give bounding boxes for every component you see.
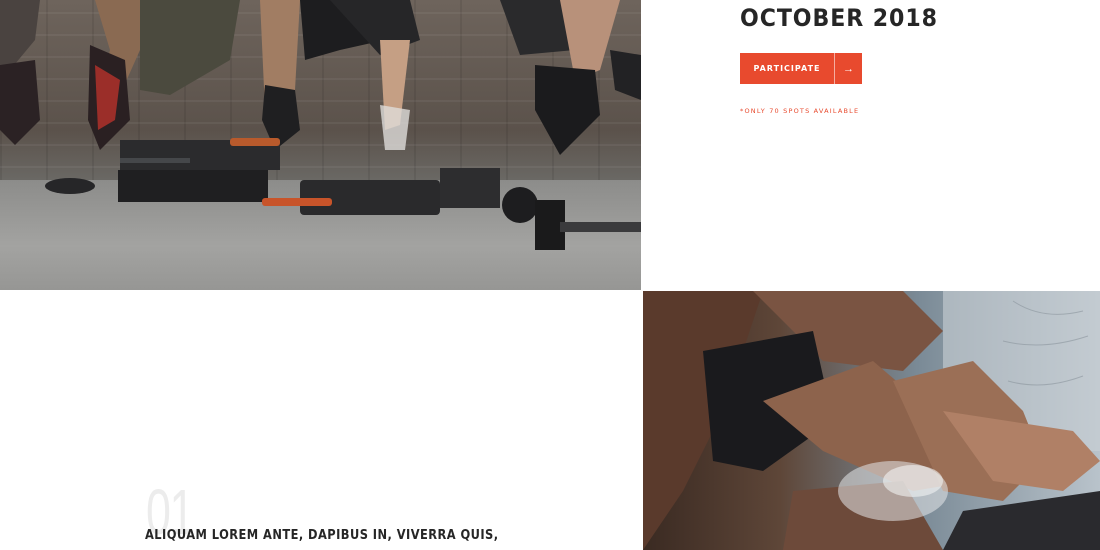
- arrow-right-icon: →: [834, 53, 862, 84]
- event-card: OCTOBER 2018 PARTICIPATE → *ONLY 70 SPOT…: [641, 0, 1100, 290]
- event-date-heading: OCTOBER 2018: [740, 4, 938, 32]
- spots-available-note: *ONLY 70 SPOTS AVAILABLE: [740, 107, 860, 115]
- feature-heading: ALIQUAM LOREM ANTE, DAPIBUS IN, VIVERRA …: [145, 528, 499, 543]
- feature-section: 01 ALIQUAM LOREM ANTE, DAPIBUS IN, VIVER…: [0, 290, 641, 550]
- participate-button[interactable]: PARTICIPATE →: [740, 53, 862, 84]
- participate-button-label: PARTICIPATE: [753, 64, 821, 73]
- chalk-athlete-illustration: [643, 291, 1100, 550]
- chalk-hands-photo: [643, 291, 1100, 550]
- jumping-athletes-illustration: [0, 0, 641, 250]
- page: OCTOBER 2018 PARTICIPATE → *ONLY 70 SPOT…: [0, 0, 1100, 550]
- gym-jump-photo: [0, 0, 641, 290]
